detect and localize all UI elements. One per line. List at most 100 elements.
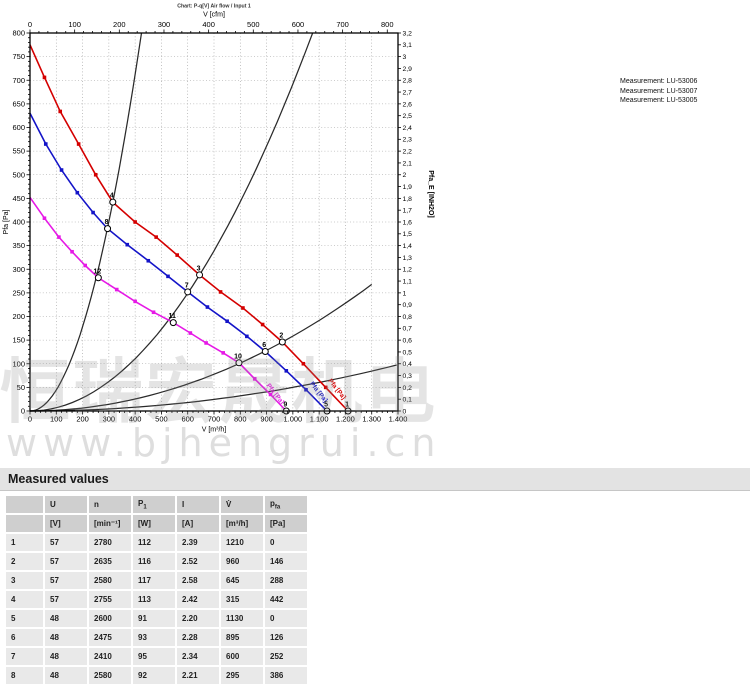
right-axis-tick-label: 1,3 — [403, 255, 413, 262]
left-axis-tick-label: 500 — [12, 170, 25, 179]
column-unit: [m³/h] — [221, 515, 263, 532]
table-cell: 1210 — [221, 534, 263, 551]
table-cell: 295 — [221, 667, 263, 684]
curve-square-marker — [60, 168, 64, 172]
left-axis-tick-label: 350 — [12, 241, 25, 250]
measured-point-circle — [197, 272, 203, 278]
curve-square-marker — [58, 110, 62, 114]
column-unit: [min⁻¹] — [89, 515, 131, 532]
table-cell: 252 — [265, 648, 307, 665]
section-header-measured-values: Measured values — [0, 468, 750, 491]
curve-square-marker — [43, 216, 47, 220]
bottom-axis-tick-label: 900 — [260, 415, 273, 424]
table-cell: 960 — [221, 553, 263, 570]
right-axis-tick-label: 2,9 — [403, 66, 413, 73]
measured-point-circle — [110, 199, 116, 205]
bottom-axis-tick-label: 1.100 — [310, 415, 329, 424]
table-cell: 57 — [45, 591, 87, 608]
table-cell: 2.21 — [177, 667, 219, 684]
table-cell: 92 — [133, 667, 175, 684]
measured-point-number: 2 — [279, 333, 283, 340]
legend-item: Measurement: LU-53006 — [620, 77, 697, 87]
left-axis-tick-label: 400 — [12, 218, 25, 227]
table-row: 35725801172.58645288 — [6, 572, 307, 589]
table-cell: 2600 — [89, 610, 131, 627]
bottom-axis-tick-label: 1.400 — [389, 415, 408, 424]
left-axis-title: Pfa [Pa] — [3, 209, 10, 234]
chart-title: Chart: P-q[V] Air flow / Input 1 — [177, 4, 251, 10]
table-cell: 600 — [221, 648, 263, 665]
table-cell: 117 — [133, 572, 175, 589]
bottom-axis-tick-label: 1.200 — [336, 415, 355, 424]
top-axis-title: V [cfm] — [203, 12, 225, 19]
table-cell: 2410 — [89, 648, 131, 665]
bottom-axis-tick-label: 1.000 — [283, 415, 302, 424]
left-axis-tick-label: 150 — [12, 336, 25, 345]
top-axis-tick-label: 300 — [158, 20, 171, 29]
table-cell: 2780 — [89, 534, 131, 551]
curve-square-marker — [253, 377, 257, 381]
right-axis-tick-label: 3,2 — [403, 30, 413, 37]
bottom-axis-tick-label: 300 — [103, 415, 116, 424]
measured-point-number: 7 — [185, 282, 189, 289]
chart-legend: Measurement: LU-53006Measurement: LU-530… — [620, 77, 697, 106]
table-cell: 0 — [265, 610, 307, 627]
column-unit: [A] — [177, 515, 219, 532]
curve-square-marker — [219, 290, 223, 294]
bottom-axis-tick-label: 600 — [181, 415, 194, 424]
curve-square-marker — [43, 76, 47, 80]
curve-name-label: Pfa [Pa] — [326, 378, 346, 401]
right-axis-tick-label: 1,8 — [403, 196, 413, 203]
table-cell: 8 — [6, 667, 43, 684]
curve-square-marker — [146, 259, 150, 263]
table-cell: 57 — [45, 534, 87, 551]
curve-square-marker — [77, 142, 81, 146]
top-axis-tick-label: 100 — [68, 20, 81, 29]
curve-square-marker — [324, 386, 328, 390]
curve-square-marker — [302, 362, 306, 366]
curve-square-marker — [94, 173, 98, 177]
table-cell: 113 — [133, 591, 175, 608]
right-axis-tick-label: 0,6 — [403, 338, 413, 345]
left-axis-tick-label: 450 — [12, 194, 25, 203]
table-cell: 2.34 — [177, 648, 219, 665]
table-row: 25726351162.52960146 — [6, 553, 307, 570]
curve-square-marker — [83, 264, 87, 268]
table-cell: 645 — [221, 572, 263, 589]
bottom-axis-tick-label: 1.300 — [362, 415, 381, 424]
curve-square-marker — [57, 235, 61, 239]
table-cell: 48 — [45, 648, 87, 665]
curve-square-marker — [125, 243, 129, 247]
table-cell: 112 — [133, 534, 175, 551]
right-axis-tick-label: 0,3 — [403, 373, 413, 380]
fan-curve-1 — [30, 113, 327, 411]
table-cell: 2.52 — [177, 553, 219, 570]
left-axis-tick-label: 700 — [12, 76, 25, 85]
top-axis-tick-label: 0 — [28, 20, 32, 29]
right-axis-tick-label: 2,1 — [403, 160, 413, 167]
measured-point-number: 9 — [283, 402, 287, 409]
top-axis-tick-label: 400 — [202, 20, 215, 29]
column-header: pfa — [265, 496, 307, 513]
top-axis-tick-label: 800 — [381, 20, 394, 29]
measured-point-number: 12 — [93, 268, 101, 275]
table-cell: 5 — [6, 610, 43, 627]
measured-point-number: 3 — [197, 265, 201, 272]
column-header: P1 — [133, 496, 175, 513]
curve-square-marker — [304, 388, 308, 392]
right-axis-tick-label: 2,2 — [403, 149, 413, 156]
fan-performance-chart: Pfa [Pa]4321Pfa [Pa]8765Pfa [Pa]12111090… — [0, 0, 460, 468]
curve-square-marker — [284, 369, 288, 373]
left-axis-tick-label: 100 — [12, 359, 25, 368]
measured-point-number: 5 — [324, 402, 328, 409]
curve-square-marker — [166, 275, 170, 279]
column-unit — [6, 515, 43, 532]
measured-point-number: 11 — [169, 313, 177, 320]
legend-item: Measurement: LU-53007 — [620, 87, 697, 97]
right-axis-tick-label: 0,7 — [403, 326, 413, 333]
section-title: Measured values — [8, 472, 109, 486]
curve-square-marker — [133, 220, 137, 224]
measured-point-number: 4 — [110, 193, 114, 200]
left-axis-tick-label: 800 — [12, 29, 25, 38]
right-axis-tick-label: 1,6 — [403, 219, 413, 226]
